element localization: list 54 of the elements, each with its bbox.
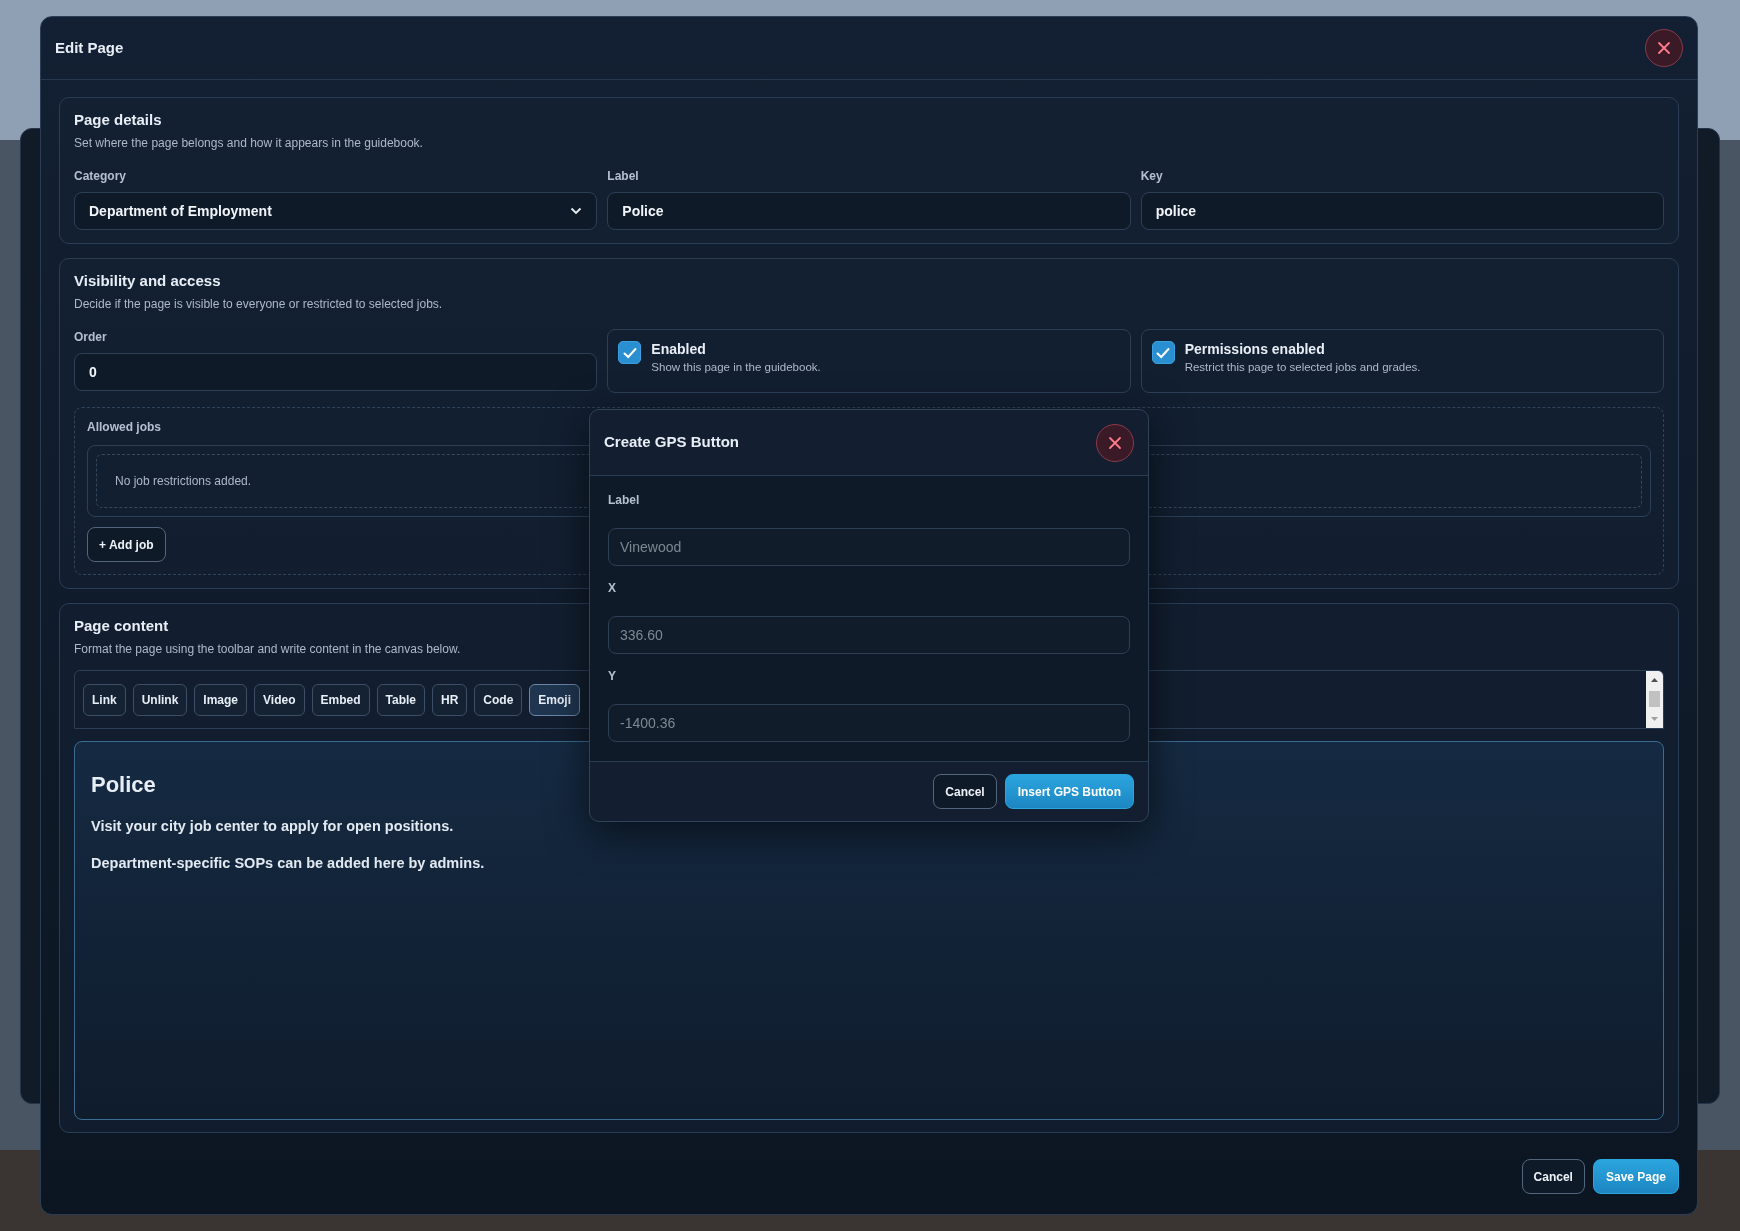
close-icon: [1657, 41, 1671, 55]
toggle-title: Permissions enabled: [1184, 340, 1326, 358]
close-button[interactable]: [1096, 423, 1134, 462]
cancel-button[interactable]: Cancel: [1521, 1159, 1585, 1194]
input-field[interactable]: Vinewood: [608, 528, 1130, 566]
content-heading: Police: [91, 772, 156, 799]
category-select[interactable]: Department of Employment: [74, 192, 598, 230]
modal-title: Create GPS Button: [604, 432, 739, 453]
close-icon: [1108, 435, 1122, 450]
toolbar-button[interactable]: Unlink: [132, 683, 188, 716]
field-label: Y: [608, 668, 617, 684]
dialog-title: Edit Page: [55, 37, 124, 58]
section-description: Set where the page belongs and how it appears in the guidebook.: [74, 135, 423, 152]
toggle-description: Show this page in the guidebook.: [651, 360, 821, 375]
field-label: Order: [74, 329, 108, 345]
checkbox[interactable]: [618, 341, 642, 364]
content-paragraph: Department-specific SOPs can be added here by admins.: [91, 854, 485, 874]
input-field[interactable]: 336.60: [608, 616, 1130, 654]
scrollbar[interactable]: [1646, 671, 1663, 728]
toolbar-button[interactable]: Table: [376, 683, 425, 716]
field-label: Key: [1140, 168, 1164, 184]
toolbar-button[interactable]: HR: [431, 683, 468, 716]
toolbar-button[interactable]: Video: [254, 683, 305, 716]
field-label: Label: [608, 492, 641, 508]
check-icon: [622, 346, 637, 359]
section-title: Page content: [74, 616, 169, 636]
section-title: Page details: [74, 110, 162, 130]
checkbox[interactable]: [1151, 341, 1175, 364]
toggle-card[interactable]: Permissions enabled Restrict this page to selected jobs and grades.: [1140, 329, 1664, 393]
section-description: Decide if the page is visible to everyone or restricted to selected jobs.: [74, 296, 443, 313]
text-field[interactable]: police: [1140, 192, 1664, 230]
toggle-description: Restrict this page to selected jobs and grades.: [1184, 360, 1421, 375]
toolbar-button[interactable]: Image: [194, 683, 248, 716]
toolbar-button[interactable]: Emoji: [529, 683, 580, 716]
section-description: Format the page using the toolbar and write content in the canvas below.: [74, 641, 461, 658]
input-field[interactable]: -1400.36: [608, 704, 1130, 742]
toggle-card[interactable]: Enabled Show this page in the guidebook.: [607, 329, 1131, 393]
add-job-button[interactable]: + Add job: [87, 527, 166, 562]
toggle-title: Enabled: [651, 340, 707, 358]
text-field[interactable]: Police: [607, 192, 1131, 230]
close-button[interactable]: [1645, 29, 1683, 67]
toolbar-button[interactable]: Link: [83, 683, 126, 716]
field-label: Allowed jobs: [87, 419, 162, 435]
chevron-down-icon: [570, 207, 583, 215]
toolbar-button[interactable]: Embed: [311, 683, 370, 716]
order-field[interactable]: 0: [74, 353, 598, 391]
section-title: Visibility and access: [74, 271, 221, 291]
content-paragraph: Visit your city job center to apply for open positions.: [91, 817, 454, 837]
toolbar-button[interactable]: Code: [474, 683, 523, 716]
check-icon: [1156, 346, 1171, 359]
field-label: Label: [607, 168, 640, 184]
field-label: X: [608, 580, 617, 596]
field-label: Category: [74, 168, 127, 184]
cancel-button[interactable]: Cancel: [933, 774, 997, 809]
